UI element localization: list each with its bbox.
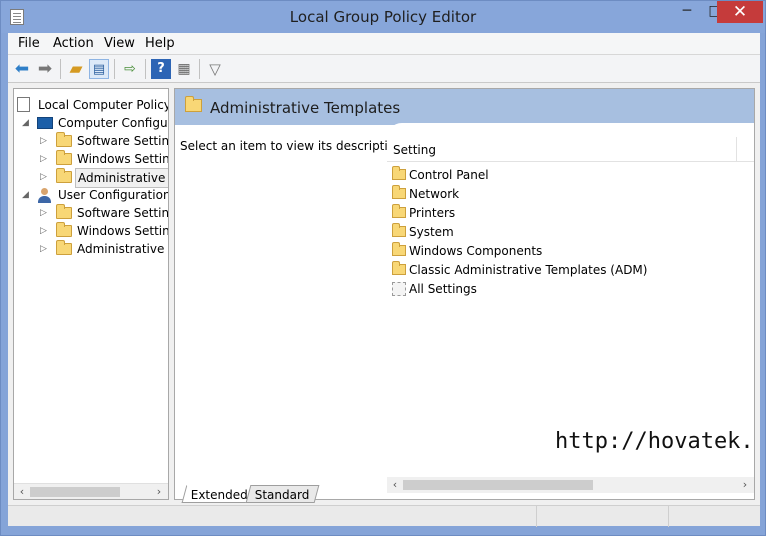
collapsed-arrow-icon[interactable]: ▷ <box>40 240 50 258</box>
expanded-arrow-icon[interactable]: ◢ <box>22 186 32 204</box>
view-tabs: Extended Standard <box>174 485 755 505</box>
console-tree: Local Computer Policy ◢ Computer Configu… <box>13 88 169 500</box>
back-arrow-icon[interactable]: ⬅ <box>12 59 32 79</box>
watermark-text: http://hovatek.com <box>555 429 754 454</box>
folder-icon <box>56 132 72 147</box>
status-divider <box>536 506 537 527</box>
folder-icon <box>56 240 72 255</box>
menu-file[interactable]: File <box>18 36 40 51</box>
collapsed-arrow-icon[interactable]: ▷ <box>40 204 50 222</box>
folder-icon <box>392 261 406 275</box>
menu-view[interactable]: View <box>104 36 135 51</box>
policy-document-icon <box>17 97 30 112</box>
folder-icon <box>56 204 72 219</box>
folder-icon <box>392 166 406 180</box>
tab-standard[interactable]: Standard <box>245 485 320 503</box>
forward-arrow-icon[interactable]: ➡ <box>35 59 55 79</box>
folder-up-icon[interactable]: ▰ <box>66 59 86 79</box>
window-title: Local Group Policy Editor <box>289 8 477 26</box>
toolbar: ⬅ ➡ ▰ ▤ ⇨ ? ▦ ▽ <box>8 55 760 83</box>
folder-icon <box>392 223 406 237</box>
folder-icon <box>392 242 406 256</box>
status-bar <box>8 505 760 527</box>
properties-icon[interactable]: ▦ <box>174 59 194 79</box>
all-settings-icon <box>392 282 406 296</box>
menu-action[interactable]: Action <box>53 36 94 51</box>
scroll-left-icon[interactable]: ‹ <box>14 484 30 499</box>
toolbar-separator <box>114 59 115 79</box>
main-area: Local Computer Policy ◢ Computer Configu… <box>8 83 760 505</box>
menu-bar: File Action View Help <box>8 33 760 55</box>
user-icon <box>37 188 52 203</box>
toolbar-separator <box>199 59 200 79</box>
details-title: Administrative Templates <box>210 99 401 117</box>
column-divider[interactable] <box>736 137 737 162</box>
collapsed-arrow-icon[interactable]: ▷ <box>40 150 50 168</box>
toolbar-separator <box>145 59 146 79</box>
menu-help[interactable]: Help <box>145 36 175 51</box>
help-icon[interactable]: ? <box>151 59 171 79</box>
column-header-setting[interactable]: Setting <box>393 143 436 157</box>
scroll-right-icon[interactable]: › <box>151 484 167 499</box>
collapsed-arrow-icon[interactable]: ▷ <box>40 132 50 150</box>
column-header[interactable]: Setting <box>387 137 754 162</box>
close-button[interactable]: ✕ <box>717 1 763 23</box>
folder-icon <box>392 185 406 199</box>
collapsed-arrow-icon[interactable]: ▷ <box>40 222 50 240</box>
details-header: Administrative Templates <box>175 89 754 125</box>
folder-icon <box>56 168 72 183</box>
folder-icon <box>56 222 72 237</box>
expanded-arrow-icon[interactable]: ◢ <box>22 114 32 132</box>
folder-icon <box>392 204 406 218</box>
title-bar[interactable]: Local Group Policy Editor ─ □ ✕ <box>1 1 765 33</box>
console-tree-icon[interactable]: ▤ <box>89 59 109 79</box>
scroll-thumb[interactable] <box>30 487 120 497</box>
status-divider <box>668 506 669 527</box>
folder-icon <box>185 96 202 112</box>
filter-icon[interactable]: ▽ <box>205 59 225 79</box>
details-pane: Administrative Templates Select an item … <box>174 88 755 500</box>
collapsed-arrow-icon[interactable]: ▷ <box>40 168 50 186</box>
toolbar-separator <box>60 59 61 79</box>
computer-icon <box>37 117 53 129</box>
export-list-icon[interactable]: ⇨ <box>120 59 140 79</box>
app-window: Local Group Policy Editor ─ □ ✕ File Act… <box>0 0 766 536</box>
folder-icon <box>56 150 72 165</box>
minimize-button[interactable]: ─ <box>673 1 701 23</box>
tree-horizontal-scrollbar[interactable]: ‹ › <box>14 483 168 499</box>
description-text: Select an item to view its description. <box>180 139 407 153</box>
